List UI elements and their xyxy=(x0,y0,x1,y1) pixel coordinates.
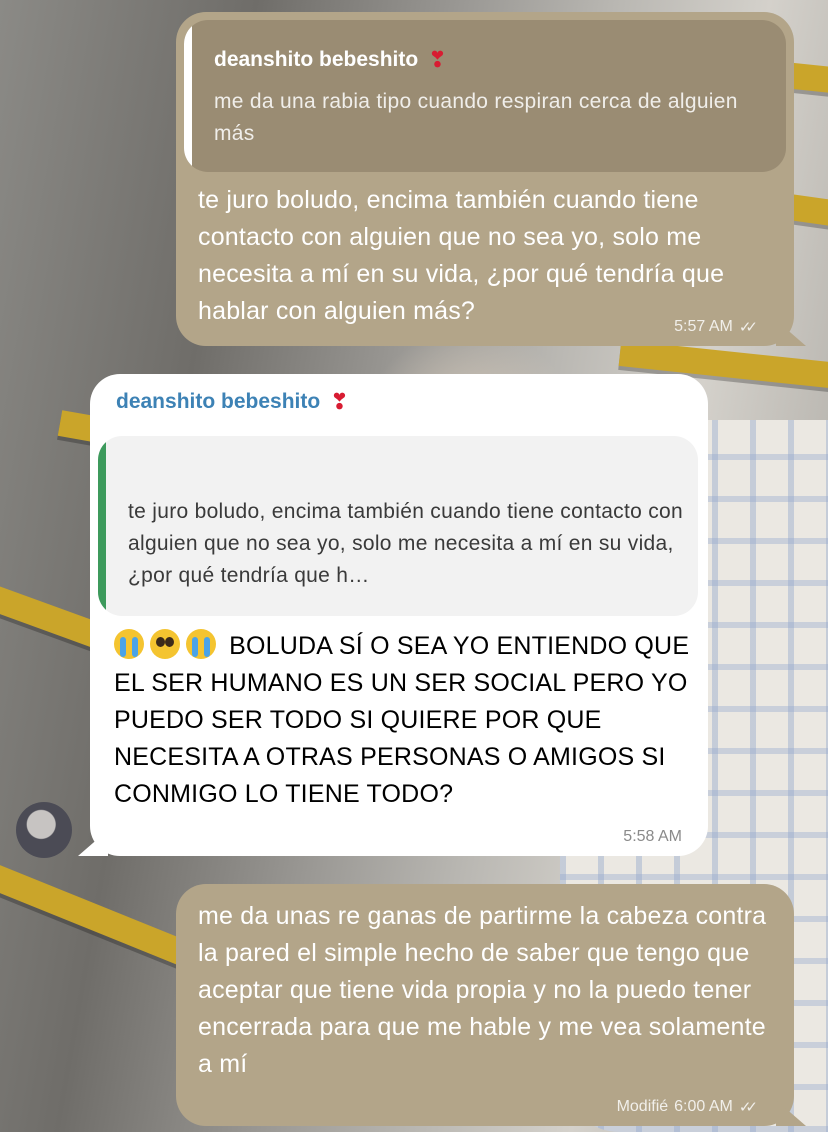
message-text: te juro boludo, encima también cuando ti… xyxy=(198,186,725,325)
sender-name-text: deanshito bebeshito xyxy=(116,390,321,413)
heart-exclamation-icon: ❣ xyxy=(330,389,349,414)
message-time: 6:00 AM xyxy=(674,1098,733,1115)
incoming-message[interactable]: deanshito bebeshito ❣ te juro boludo, en… xyxy=(78,374,708,856)
message-body: BOLUDA SÍ O SEA YO ENTIENDO QUE EL SER H… xyxy=(114,628,694,813)
double-check-icon: ✓✓ xyxy=(738,1099,758,1116)
pleading-face-icon xyxy=(150,629,180,659)
avatar[interactable] xyxy=(16,802,72,858)
message-time: 5:57 AM xyxy=(674,318,733,335)
quote-author: deanshito bebeshito ❣ xyxy=(214,48,447,72)
quote-text: te juro boludo, encima también cuando ti… xyxy=(128,500,683,587)
quote-bar xyxy=(184,20,192,172)
message-meta: 5:58 AM xyxy=(623,828,682,846)
message-text: me da unas re ganas de partirme la cabez… xyxy=(198,902,767,1078)
reply-quote[interactable]: te juro boludo, encima también cuando ti… xyxy=(98,436,698,616)
quote-bar xyxy=(98,436,106,616)
heart-exclamation-icon: ❣ xyxy=(428,47,447,72)
edited-label: Modifié xyxy=(616,1098,669,1115)
message-meta: Modifié 6:00 AM ✓✓ xyxy=(617,1098,758,1116)
sender-name: deanshito bebeshito ❣ xyxy=(116,390,349,414)
message-meta: 5:57 AM ✓✓ xyxy=(674,318,758,336)
outgoing-message[interactable]: deanshito bebeshito ❣ me da una rabia ti… xyxy=(176,12,806,346)
message-time: 5:58 AM xyxy=(623,828,682,845)
loudly-crying-face-icon xyxy=(114,629,144,659)
double-check-icon: ✓✓ xyxy=(738,319,758,336)
loudly-crying-face-icon xyxy=(186,629,216,659)
reply-quote[interactable]: deanshito bebeshito ❣ me da una rabia ti… xyxy=(184,20,786,172)
quote-author-name: deanshito bebeshito xyxy=(214,48,419,71)
quote-text: me da una rabia tipo cuando respiran cer… xyxy=(214,90,738,145)
outgoing-message[interactable]: me da unas re ganas de partirme la cabez… xyxy=(176,884,806,1126)
